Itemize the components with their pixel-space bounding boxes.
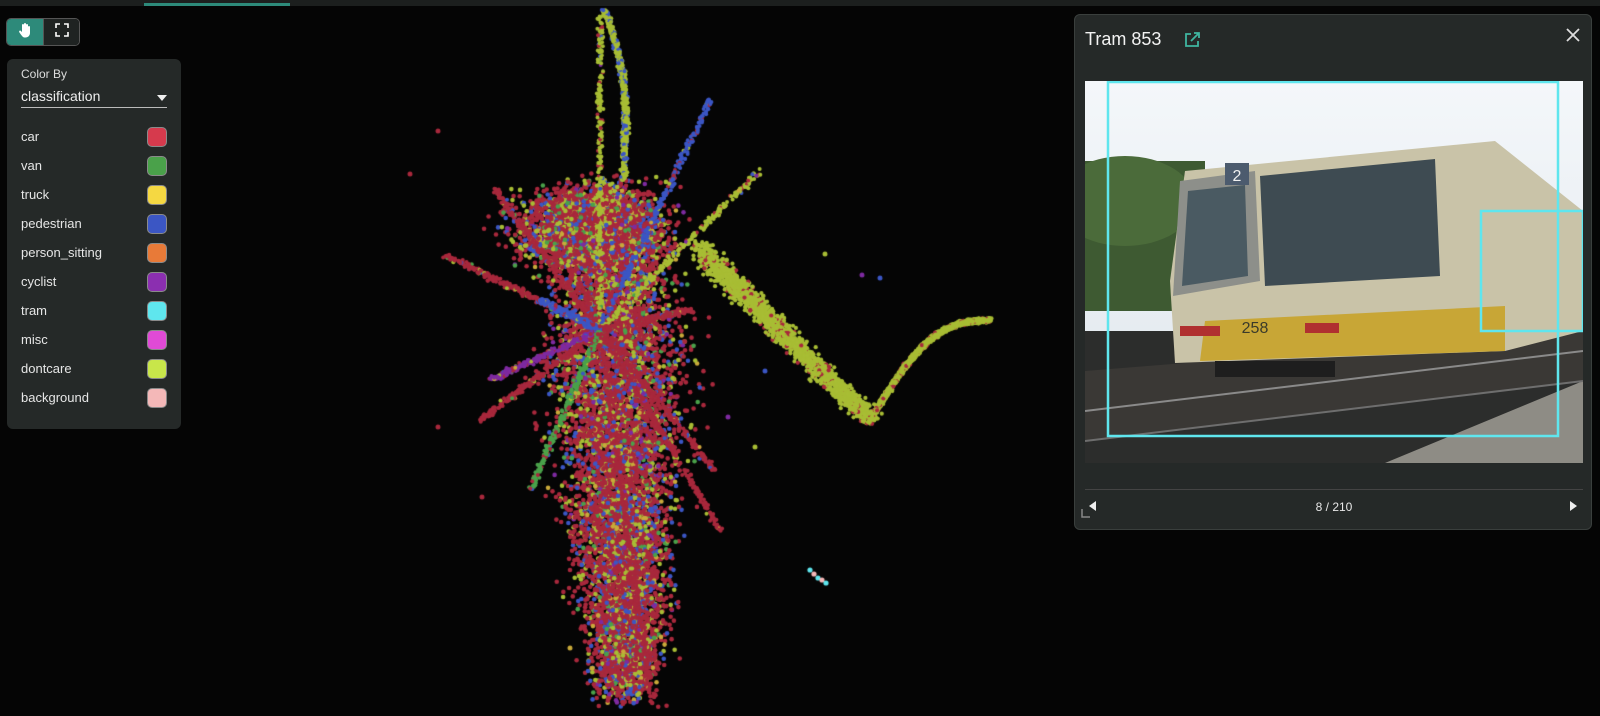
tram-number-text: 258: [1242, 320, 1269, 337]
hand-icon: [18, 22, 32, 43]
legend-item-label: van: [21, 158, 42, 173]
legend-item-label: pedestrian: [21, 216, 82, 231]
legend-item-misc[interactable]: misc: [21, 325, 167, 354]
legend-item-label: car: [21, 129, 40, 144]
legend-color-swatch[interactable]: [147, 358, 167, 379]
route-number-text: 2: [1233, 168, 1242, 185]
legend-item-label: dontcare: [21, 361, 72, 376]
legend-color-swatch[interactable]: [147, 184, 167, 205]
panel-divider: [1085, 489, 1583, 490]
legend-item-label: person_sitting: [21, 245, 102, 260]
legend-item-cyclist[interactable]: cyclist: [21, 267, 167, 296]
legend-item-person-sitting[interactable]: person_sitting: [21, 238, 167, 267]
color-by-label: Color By: [21, 67, 68, 81]
dropdown-arrow-icon: [157, 88, 167, 104]
sample-image: 2 258: [1085, 81, 1583, 463]
panel-title: Tram 853: [1085, 29, 1162, 49]
open-external-icon[interactable]: [1183, 31, 1201, 54]
close-icon[interactable]: [1565, 27, 1581, 48]
legend-color-swatch[interactable]: [147, 300, 167, 321]
legend-item-label: background: [21, 390, 89, 405]
legend-item-label: misc: [21, 332, 48, 347]
pan-tool-button[interactable]: [7, 19, 43, 45]
legend-item-tram[interactable]: tram: [21, 296, 167, 325]
legend-item-label: cyclist: [21, 274, 57, 289]
fullscreen-icon: [54, 22, 69, 42]
resize-handle-icon[interactable]: [1081, 505, 1091, 523]
color-legend: Color By classification car van truck pedes…: [7, 59, 181, 429]
legend-item-label: truck: [21, 187, 50, 202]
legend-item-car[interactable]: car: [21, 122, 167, 151]
fullscreen-button[interactable]: [43, 19, 79, 45]
legend-item-background[interactable]: background: [21, 383, 167, 412]
legend-color-swatch[interactable]: [147, 213, 167, 234]
legend-item-van[interactable]: van: [21, 151, 167, 180]
legend-color-swatch[interactable]: [147, 126, 167, 147]
legend-color-swatch[interactable]: [147, 242, 167, 263]
legend-color-swatch[interactable]: [147, 329, 167, 350]
plot-toolbar: [6, 18, 80, 46]
sample-preview-panel: Tram 853 2 258 8 / 210: [1074, 14, 1592, 530]
legend-item-truck[interactable]: truck: [21, 180, 167, 209]
legend-color-swatch[interactable]: [147, 155, 167, 176]
legend-color-swatch[interactable]: [147, 271, 167, 292]
legend-color-swatch[interactable]: [147, 387, 167, 408]
next-sample-button[interactable]: [1569, 498, 1577, 516]
sample-counter: 8 / 210: [1315, 500, 1353, 514]
legend-item-pedestrian[interactable]: pedestrian: [21, 209, 167, 238]
legend-item-label: tram: [21, 303, 47, 318]
color-by-value: classification: [21, 87, 101, 104]
color-by-select[interactable]: classification: [21, 84, 167, 108]
legend-items: car van truck pedestrian person_sittingcycli…: [21, 122, 167, 412]
legend-item-dontcare[interactable]: dontcare: [21, 354, 167, 383]
